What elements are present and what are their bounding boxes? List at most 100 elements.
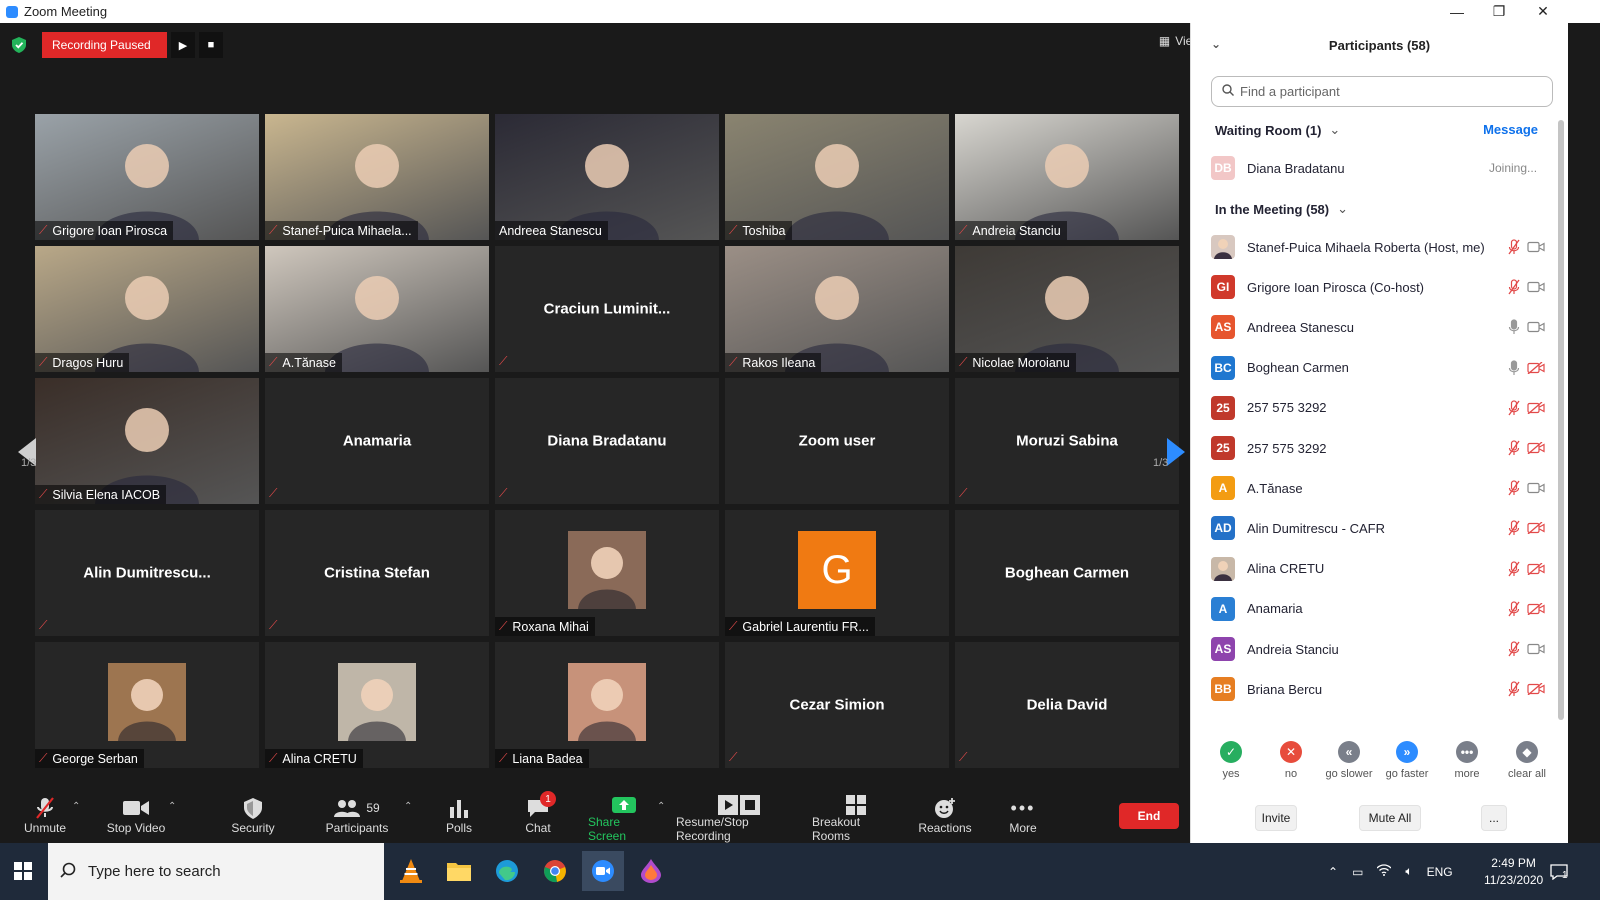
- participants-button[interactable]: 59 Participants: [322, 783, 392, 843]
- audio-options-chevron-icon[interactable]: ⌃: [72, 801, 80, 812]
- video-off-icon[interactable]: [1527, 560, 1545, 578]
- video-tile[interactable]: Andreea Stanescu: [495, 114, 719, 240]
- panel-more-button[interactable]: ...: [1481, 805, 1507, 831]
- file-explorer-icon[interactable]: [438, 851, 480, 891]
- video-tile[interactable]: Delia David ⟋: [955, 642, 1179, 768]
- next-page-arrow-icon[interactable]: [1167, 438, 1185, 471]
- muted-mic-icon[interactable]: [1505, 680, 1523, 698]
- feedback-yes-button[interactable]: ✓ yes: [1201, 741, 1261, 780]
- security-button[interactable]: Security: [226, 783, 280, 843]
- feedback-go-faster-button[interactable]: » go faster: [1377, 741, 1437, 780]
- volume-icon[interactable]: 🔈︎: [1405, 864, 1412, 879]
- share-options-chevron-icon[interactable]: ⌃: [657, 801, 665, 812]
- muted-mic-icon[interactable]: [1505, 640, 1523, 658]
- video-off-icon[interactable]: [1527, 519, 1545, 537]
- video-tile[interactable]: ⟋ Roxana Mihai: [495, 510, 719, 636]
- close-button[interactable]: ✕: [1520, 0, 1566, 23]
- video-tile[interactable]: ⟋ Silvia Elena IACOB: [35, 378, 259, 504]
- video-tile[interactable]: Diana Bradatanu ⟋: [495, 378, 719, 504]
- video-tile[interactable]: ⟋ Toshiba: [725, 114, 949, 240]
- participants-options-chevron-icon[interactable]: ⌃: [404, 801, 412, 812]
- video-off-icon[interactable]: [1527, 399, 1545, 417]
- collapse-panel-chevron-icon[interactable]: ⌄: [1211, 37, 1221, 51]
- video-tile[interactable]: ⟋ Andreia Stanciu: [955, 114, 1179, 240]
- panel-scrollbar[interactable]: [1558, 120, 1564, 720]
- tray-chevron-icon[interactable]: ⌃: [1328, 865, 1338, 879]
- chrome-browser-icon[interactable]: [534, 851, 576, 891]
- resume-recording-icon[interactable]: ▶: [171, 32, 195, 58]
- encryption-shield-icon[interactable]: [10, 36, 28, 54]
- video-camera-icon[interactable]: [1527, 640, 1545, 658]
- muted-mic-icon[interactable]: [1505, 399, 1523, 417]
- video-tile[interactable]: ⟋ Nicolae Moroianu: [955, 246, 1179, 372]
- zoom-taskbar-icon[interactable]: [582, 851, 624, 891]
- participant-row[interactable]: 25 257 575 3292: [1191, 388, 1551, 428]
- video-tile[interactable]: ⟋ A.Tănase: [265, 246, 489, 372]
- video-tile[interactable]: Zoom user: [725, 378, 949, 504]
- stop-recording-icon[interactable]: ■: [199, 32, 223, 58]
- muted-mic-icon[interactable]: [1505, 519, 1523, 537]
- wifi-icon[interactable]: [1376, 864, 1392, 879]
- waiting-room-header[interactable]: Waiting Room (1) ⌄: [1215, 122, 1340, 138]
- video-off-icon[interactable]: [1527, 439, 1545, 457]
- video-tile[interactable]: Cristina Stefan ⟋: [265, 510, 489, 636]
- clock[interactable]: 2:49 PM 11/23/2020: [1484, 843, 1543, 900]
- video-tile[interactable]: Craciun Luminit... ⟋: [495, 246, 719, 372]
- chat-button[interactable]: 1 Chat: [516, 783, 560, 843]
- video-tile[interactable]: Alin Dumitrescu... ⟋: [35, 510, 259, 636]
- taskbar-search-box[interactable]: Type here to search: [48, 843, 384, 900]
- feedback-more-button[interactable]: ••• more: [1437, 741, 1497, 780]
- participant-row[interactable]: AS Andreea Stanescu: [1191, 307, 1551, 347]
- mic-icon[interactable]: [1505, 359, 1523, 377]
- message-waiting-room-link[interactable]: Message: [1483, 122, 1538, 137]
- video-tile[interactable]: ⟋ Liana Badea: [495, 642, 719, 768]
- video-tile[interactable]: ⟋ Grigore Ioan Pirosca: [35, 114, 259, 240]
- mic-icon[interactable]: [1505, 318, 1523, 336]
- video-camera-icon[interactable]: [1527, 318, 1545, 336]
- share-screen-button[interactable]: Share Screen: [588, 783, 660, 843]
- reactions-button[interactable]: Reactions: [918, 783, 972, 843]
- muted-mic-icon[interactable]: [1505, 278, 1523, 296]
- participant-row[interactable]: A A.Tănase: [1191, 468, 1551, 508]
- video-tile[interactable]: ⟋ Dragos Huru: [35, 246, 259, 372]
- paint-app-icon[interactable]: [630, 851, 672, 891]
- video-camera-icon[interactable]: [1527, 278, 1545, 296]
- in-meeting-header[interactable]: In the Meeting (58) ⌄: [1215, 201, 1348, 217]
- unmute-button[interactable]: Unmute: [16, 783, 74, 843]
- mute-all-button[interactable]: Mute All: [1359, 805, 1421, 831]
- participant-row[interactable]: 25 257 575 3292: [1191, 428, 1551, 468]
- participant-row[interactable]: A Anamaria: [1191, 589, 1551, 629]
- polls-button[interactable]: Polls: [436, 783, 482, 843]
- waiting-participant-row[interactable]: DB Diana Bradatanu Joining...: [1191, 148, 1551, 188]
- video-tile[interactable]: Anamaria ⟋: [265, 378, 489, 504]
- breakout-rooms-button[interactable]: Breakout Rooms: [812, 783, 900, 843]
- video-tile[interactable]: ⟋ Alina CRETU: [265, 642, 489, 768]
- video-tile[interactable]: Cezar Simion ⟋: [725, 642, 949, 768]
- feedback-no-button[interactable]: ✕ no: [1261, 741, 1321, 780]
- participant-search-input[interactable]: Find a participant: [1211, 76, 1553, 107]
- muted-mic-icon[interactable]: [1505, 600, 1523, 618]
- resume-stop-recording-button[interactable]: Resume/Stop Recording: [676, 783, 802, 843]
- participant-row[interactable]: Alina CRETU: [1191, 549, 1551, 589]
- minimize-button[interactable]: —: [1434, 0, 1480, 23]
- participant-row[interactable]: BC Boghean Carmen: [1191, 348, 1551, 388]
- video-options-chevron-icon[interactable]: ⌃: [168, 801, 176, 812]
- video-camera-icon[interactable]: [1527, 479, 1545, 497]
- video-off-icon[interactable]: [1527, 600, 1545, 618]
- video-off-icon[interactable]: [1527, 359, 1545, 377]
- participant-row[interactable]: AD Alin Dumitrescu - CAFR: [1191, 508, 1551, 548]
- language-indicator[interactable]: ENG: [1427, 865, 1453, 879]
- stop-video-button[interactable]: Stop Video: [104, 783, 168, 843]
- video-tile[interactable]: Boghean Carmen: [955, 510, 1179, 636]
- muted-mic-icon[interactable]: [1505, 439, 1523, 457]
- video-tile[interactable]: ⟋ Rakos Ileana: [725, 246, 949, 372]
- participant-row[interactable]: Stanef-Puica Mihaela Roberta (Host, me): [1191, 227, 1551, 267]
- participant-row[interactable]: BB Briana Bercu: [1191, 669, 1551, 709]
- video-tile[interactable]: Moruzi Sabina ⟋: [955, 378, 1179, 504]
- participant-row[interactable]: GI Grigore Ioan Pirosca (Co-host): [1191, 267, 1551, 307]
- end-meeting-button[interactable]: End: [1119, 803, 1179, 829]
- muted-mic-icon[interactable]: [1505, 479, 1523, 497]
- video-tile[interactable]: G ⟋ Gabriel Laurentiu FR...: [725, 510, 949, 636]
- invite-button[interactable]: Invite: [1255, 805, 1297, 831]
- muted-mic-icon[interactable]: [1505, 238, 1523, 256]
